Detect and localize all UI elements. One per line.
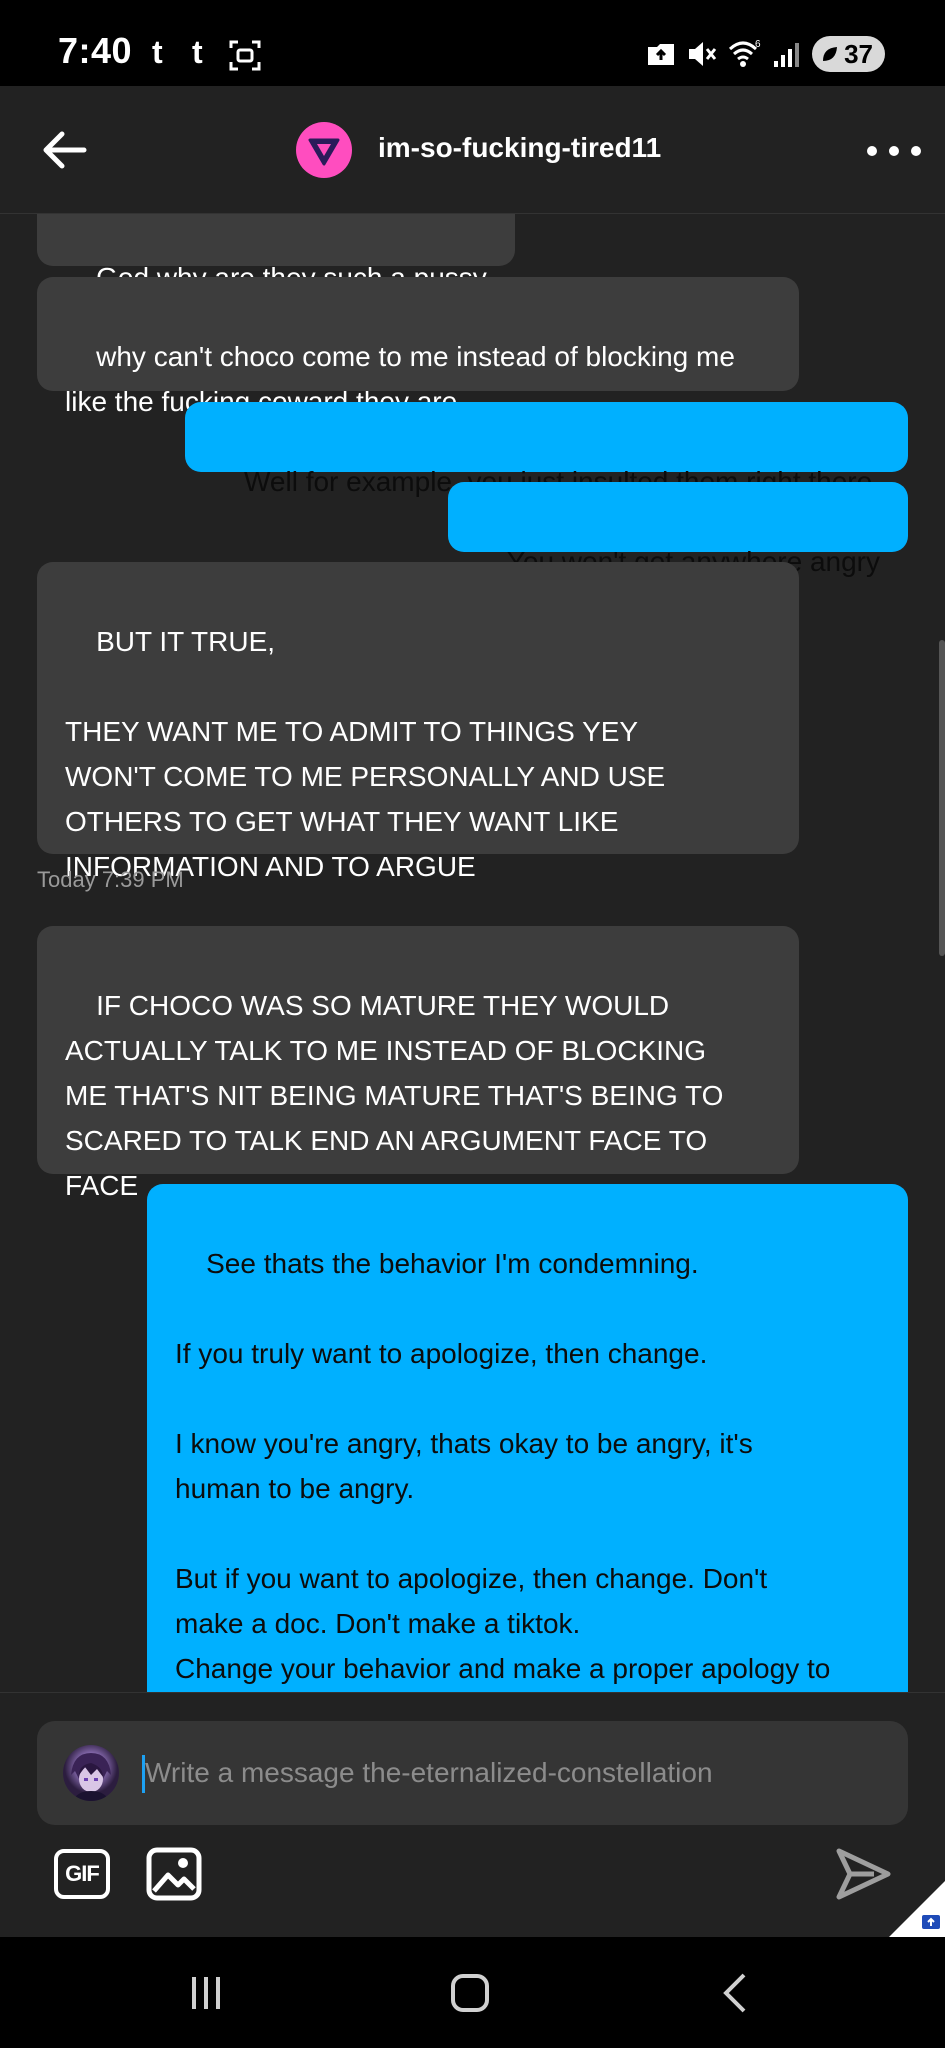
signal-icon (774, 43, 800, 67)
gif-button[interactable]: GIF (54, 1849, 110, 1899)
status-indicators: 6 37 (646, 36, 885, 72)
message-bubble-incoming: why can't choco come to me instead of bl… (37, 277, 799, 417)
message-bubble-outgoing: Well for example, you just insulted them… (184, 402, 908, 497)
message-thread[interactable]: God why are they such a pussy why can't … (0, 214, 945, 1692)
message-input-box[interactable] (37, 1721, 908, 1825)
message-input[interactable] (145, 1751, 885, 1795)
recipient-name[interactable]: im-so-fucking-tired11 (378, 132, 661, 164)
screenshot-icon (229, 40, 261, 71)
message-timestamp: Today 7:39 PM (37, 867, 184, 892)
message-bubble-incoming: BUT IT TRUE, THEY WANT ME TO ADMIT TO TH… (37, 562, 799, 882)
upload-notification-icon (648, 44, 675, 65)
message-bubble-outgoing: See thats the behavior I'm condemning. I… (147, 1184, 908, 1692)
system-back-icon[interactable] (705, 1965, 765, 2021)
svg-text:6: 6 (755, 39, 761, 50)
home-glyph (451, 1974, 489, 2012)
message-text: BUT IT TRUE, THEY WANT ME TO ADMIT TO TH… (65, 626, 666, 882)
battery-level: 37 (844, 38, 873, 69)
message-text: IF CHOCO WAS SO MATURE THEY WOULD ACTUAL… (65, 990, 724, 1201)
navigation-bar (0, 1937, 945, 2048)
system-back-glyph (723, 1973, 746, 2013)
message-bubble-incoming: IF CHOCO WAS SO MATURE THEY WOULD ACTUAL… (37, 926, 799, 1201)
more-options-icon[interactable] (867, 136, 921, 166)
tumblr-notification-icon: t (192, 34, 203, 70)
send-icon[interactable] (834, 1845, 892, 1903)
mute-icon (689, 42, 717, 66)
message-bubble-outgoing: You won't get anywhere angry (447, 482, 908, 577)
battery-indicator: 37 (812, 36, 885, 72)
user-avatar (63, 1745, 119, 1801)
scrollbar[interactable] (939, 640, 945, 956)
wifi-icon: 6 (729, 39, 761, 67)
back-arrow-icon[interactable] (38, 124, 90, 176)
status-time: 7:40 (58, 30, 133, 71)
upload-badge-icon[interactable] (889, 1881, 945, 1937)
conversation-header: im-so-fucking-tired11 (0, 86, 945, 214)
battery-saver-icon (823, 47, 838, 61)
message-text: See thats the behavior I'm condemning. I… (175, 1248, 831, 1684)
home-icon[interactable] (440, 1965, 500, 2021)
status-bar: 7:40 t t 6 37 (0, 0, 945, 86)
image-attach-icon[interactable] (146, 1847, 202, 1901)
message-bubble-incoming: God why are they such a pussy (37, 214, 515, 293)
recipient-avatar[interactable] (296, 122, 352, 178)
triangle-avatar-icon (308, 138, 340, 166)
tumblr-notification-icon: t (152, 34, 163, 70)
user-avatar-image (71, 1753, 111, 1801)
recent-apps-icon[interactable] (176, 1965, 236, 2021)
compose-area: GIF (0, 1692, 945, 1937)
recent-apps-glyph (192, 1977, 220, 2009)
